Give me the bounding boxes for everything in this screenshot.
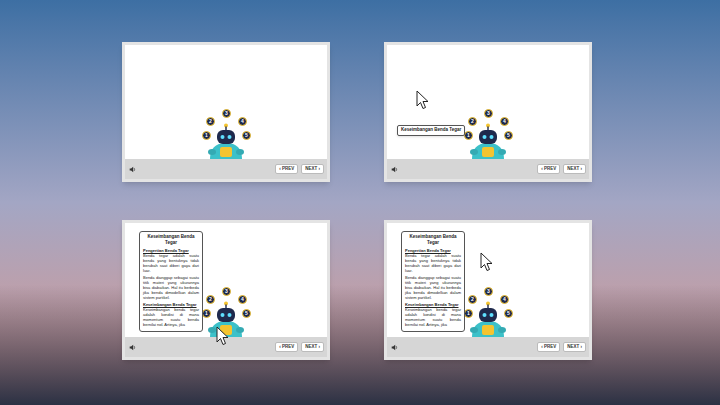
marker-button[interactable]: 4 [500, 117, 509, 126]
slide-window: 1 234 5 Keseimbangan Benda Tegar ‹ PREVNEXT … [384, 42, 592, 182]
section-paragraph: Benda tegar adalah suatu benda yang bent… [405, 253, 461, 273]
robot-icon[interactable] [468, 123, 508, 159]
nav-buttons: ‹ PREVNEXT › [537, 164, 586, 175]
marker-button[interactable]: 3 [484, 109, 493, 118]
prev-button[interactable]: ‹ PREV [275, 342, 298, 353]
robot-icon[interactable] [206, 301, 246, 337]
control-bar: ‹ PREVNEXT › [125, 159, 327, 179]
marker-button[interactable]: 2 [206, 295, 215, 304]
info-panel: Keseimbangan Benda Tegar Pengertian Benda… [139, 231, 203, 332]
slide-window: 1 234 5 Keseimbangan Benda Tegar Pengertian … [384, 220, 592, 360]
prev-button[interactable]: ‹ PREV [537, 342, 560, 353]
section-heading: Pengertian Benda Tegar [143, 248, 199, 253]
desktop: 12345‹ PREVNEXT ›12345Keseimbangan Benda… [0, 0, 720, 405]
slide-window: 1 234 5 Keseimbangan Benda Tegar Pengertian … [122, 220, 330, 360]
marker-button[interactable]: 2 [468, 295, 477, 304]
nav-buttons: ‹ PREVNEXT › [275, 164, 324, 175]
nav-buttons: ‹ PREVNEXT › [275, 342, 324, 353]
robot-guide: 1 234 5 [458, 109, 518, 159]
marker-button[interactable]: 5 [504, 309, 513, 318]
marker-button[interactable]: 3 [222, 287, 231, 296]
section-paragraph: Keseimbangan benda tegar adalah kondisi … [405, 307, 461, 327]
background-photo [0, 285, 720, 405]
marker-button[interactable]: 4 [238, 295, 247, 304]
robot-icon[interactable] [468, 301, 508, 337]
marker-button[interactable]: 2 [206, 117, 215, 126]
speaker-icon[interactable] [390, 165, 398, 173]
marker-button[interactable]: 1 [202, 309, 211, 318]
marker-button[interactable]: 3 [222, 109, 231, 118]
next-button[interactable]: NEXT › [563, 342, 586, 353]
nav-buttons: ‹ PREVNEXT › [537, 342, 586, 353]
control-bar: ‹ PREVNEXT › [387, 159, 589, 179]
prev-button[interactable]: ‹ PREV [537, 164, 560, 175]
info-panel: Keseimbangan Benda Tegar Pengertian Benda… [401, 231, 465, 332]
section-paragraph: Benda tegar adalah suatu benda yang bent… [143, 253, 199, 273]
marker-button[interactable]: 1 [202, 131, 211, 140]
mouse-cursor-icon [480, 252, 494, 272]
mouse-cursor-icon [416, 90, 430, 110]
speaker-icon[interactable] [128, 165, 136, 173]
marker-button[interactable]: 1 [464, 309, 473, 318]
robot-guide: 1 234 5 [196, 109, 256, 159]
section-heading: Pengertian Benda Tegar [405, 248, 461, 253]
mouse-cursor-icon [216, 326, 230, 346]
slide-grid: 12345‹ PREVNEXT ›12345Keseimbangan Benda… [0, 0, 720, 360]
slide-window: 1 234 5 ‹ PREVNEXT › [122, 42, 330, 182]
slide-stage: 1 234 5 Keseimbangan Benda Tegar Pengertian … [387, 223, 589, 337]
next-button[interactable]: NEXT › [301, 342, 324, 353]
section-heading: Keseimbangan Benda Tegar [405, 302, 461, 307]
section-paragraph: Keseimbangan benda tegar adalah kondisi … [143, 307, 199, 327]
section-paragraph: Benda dianggap sebagai suatu titik mater… [143, 275, 199, 300]
section-paragraph: Benda dianggap sebagai suatu titik mater… [405, 275, 461, 300]
speaker-icon[interactable] [128, 343, 136, 351]
robot-guide: 1 234 5 [196, 287, 256, 337]
prev-button[interactable]: ‹ PREV [275, 164, 298, 175]
marker-button[interactable]: 4 [238, 117, 247, 126]
next-button[interactable]: NEXT › [301, 164, 324, 175]
section-heading: Keseimbangan Benda Tegar [143, 302, 199, 307]
control-bar: ‹ PREVNEXT › [125, 337, 327, 357]
control-bar: ‹ PREVNEXT › [387, 337, 589, 357]
marker-button[interactable]: 5 [504, 131, 513, 140]
marker-button[interactable]: 5 [242, 309, 251, 318]
marker-button[interactable]: 2 [468, 117, 477, 126]
robot-guide: 1 234 5 [458, 287, 518, 337]
topic-tooltip: Keseimbangan Benda Tegar [397, 125, 465, 136]
panel-title: Keseimbangan Benda Tegar [143, 234, 199, 246]
marker-button[interactable]: 1 [464, 131, 473, 140]
speaker-icon[interactable] [390, 343, 398, 351]
slide-stage: 1 234 5 Keseimbangan Benda Tegar Pengertian … [125, 223, 327, 337]
slide-stage: 1 234 5 [125, 45, 327, 159]
marker-button[interactable]: 4 [500, 295, 509, 304]
marker-button[interactable]: 5 [242, 131, 251, 140]
robot-icon[interactable] [206, 123, 246, 159]
panel-title: Keseimbangan Benda Tegar [405, 234, 461, 246]
next-button[interactable]: NEXT › [563, 164, 586, 175]
marker-button[interactable]: 3 [484, 287, 493, 296]
